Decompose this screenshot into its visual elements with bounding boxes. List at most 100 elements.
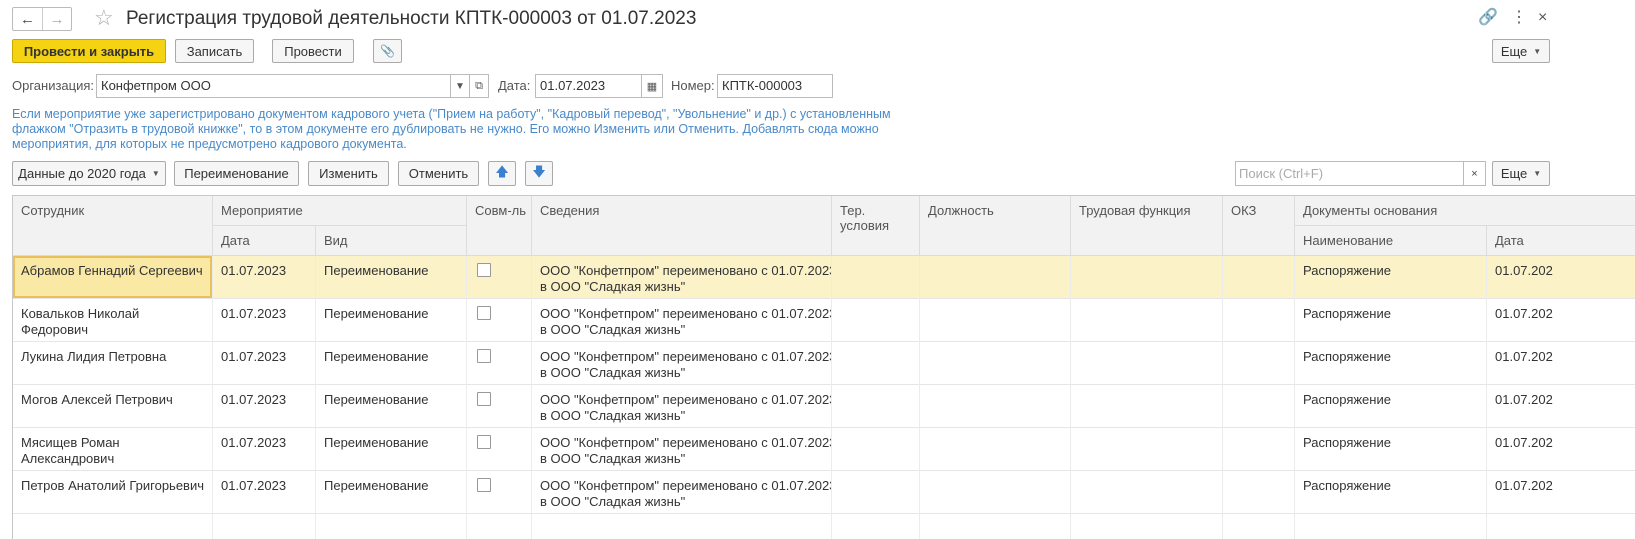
cell-info[interactable]: ООО "Конфетпром" переименовано с 01.07.2… xyxy=(532,428,832,471)
cell-doc-name[interactable]: Распоряжение xyxy=(1295,471,1487,514)
cell-kind[interactable]: Переименование xyxy=(316,428,467,471)
link-icon[interactable]: 🔗 xyxy=(1478,8,1498,28)
cell-employee[interactable]: Абрамов Геннадий Сергеевич xyxy=(13,256,213,299)
parttime-checkbox[interactable] xyxy=(477,349,491,363)
cell-employee[interactable]: Петров Анатолий Григорьевич xyxy=(13,471,213,514)
cell-info[interactable]: ООО "Конфетпром" переименовано с 01.07.2… xyxy=(532,342,832,385)
cell-date[interactable]: 01.07.2023 xyxy=(213,385,316,428)
cell-date[interactable]: 01.07.2023 xyxy=(213,428,316,471)
organization-field[interactable]: Конфетпром ООО xyxy=(96,74,451,98)
forward-button[interactable]: → xyxy=(42,8,71,30)
column-header-date[interactable]: Дата xyxy=(213,226,316,256)
cell-date[interactable]: 01.07.2023 xyxy=(213,342,316,385)
column-divider xyxy=(831,256,832,539)
post-button[interactable]: Провести xyxy=(272,39,354,63)
column-divider xyxy=(466,256,467,539)
cell-employee[interactable]: Лукина Лидия Петровна xyxy=(13,342,213,385)
info-line: в ООО "Сладкая жизнь" xyxy=(540,494,686,509)
search-input[interactable]: Поиск (Ctrl+F) xyxy=(1235,161,1486,186)
cell-kind[interactable]: Переименование xyxy=(316,342,467,385)
cell-doc-name[interactable]: Распоряжение xyxy=(1295,385,1487,428)
cell-kind[interactable]: Переименование xyxy=(316,299,467,342)
calendar-icon: ▦ xyxy=(646,80,658,93)
navigation-buttons: ← → xyxy=(12,7,72,31)
cell-employee[interactable]: Могов Алексей Петрович xyxy=(13,385,213,428)
cell-date[interactable]: 01.07.2023 xyxy=(213,299,316,342)
info-line: в ООО "Сладкая жизнь" xyxy=(540,408,686,423)
back-arrow-icon: ← xyxy=(20,10,35,28)
cell-employee[interactable]: Ковальков Николай Федорович xyxy=(13,299,213,342)
table-row[interactable]: Петров Анатолий Григорьевич 01.07.2023 Пер… xyxy=(13,471,1635,514)
parttime-checkbox[interactable] xyxy=(477,306,491,320)
cell-doc-name[interactable]: Распоряжение xyxy=(1295,256,1487,299)
move-down-button[interactable]: 🡇 xyxy=(525,161,553,186)
cell-doc-date[interactable]: 01.07.202 xyxy=(1487,299,1635,342)
column-header-doc-name[interactable]: Наименование xyxy=(1295,226,1487,256)
close-icon[interactable]: × xyxy=(1538,8,1547,28)
cell-kind[interactable]: Переименование xyxy=(316,256,467,299)
cell-info[interactable]: ООО "Конфетпром" переименовано с 01.07.2… xyxy=(532,256,832,299)
parttime-checkbox[interactable] xyxy=(477,263,491,277)
calendar-button[interactable]: ▦ xyxy=(641,74,663,98)
cell-doc-date[interactable]: 01.07.202 xyxy=(1487,385,1635,428)
cell-employee[interactable]: Мясищев Роман Александрович xyxy=(13,428,213,471)
column-header-labor-function[interactable]: Трудовая функция xyxy=(1071,196,1223,256)
organization-dropdown-button[interactable]: ▼ xyxy=(450,74,470,98)
column-header-doc-date[interactable]: Дата xyxy=(1487,226,1635,256)
more-vertical-icon[interactable]: ⋮ xyxy=(1511,8,1527,28)
info-line: ООО "Конфетпром" переименовано с 01.07.2… xyxy=(540,392,832,407)
save-button[interactable]: Записать xyxy=(175,39,254,63)
cell-doc-name[interactable]: Распоряжение xyxy=(1295,428,1487,471)
column-header-employee[interactable]: Сотрудник xyxy=(13,196,213,256)
cell-date[interactable]: 01.07.2023 xyxy=(213,471,316,514)
back-button[interactable]: ← xyxy=(13,8,42,30)
column-header-kind[interactable]: Вид xyxy=(316,226,467,256)
table-row[interactable]: Ковальков Николай Федорович 01.07.2023 Пер… xyxy=(13,299,1635,342)
info-line: в ООО "Сладкая жизнь" xyxy=(540,279,686,294)
favorite-star-icon[interactable]: ☆ xyxy=(94,5,114,31)
table-more-button[interactable]: Еще ▼ xyxy=(1492,161,1550,186)
table-row[interactable]: Лукина Лидия Петровна 01.07.2023 Переимено… xyxy=(13,342,1635,385)
move-up-button[interactable]: 🡅 xyxy=(488,161,516,186)
column-header-info[interactable]: Сведения xyxy=(532,196,832,256)
cell-info[interactable]: ООО "Конфетпром" переименовано с 01.07.2… xyxy=(532,471,832,514)
date-field[interactable]: 01.07.2023 xyxy=(535,74,642,98)
parttime-checkbox[interactable] xyxy=(477,392,491,406)
change-button[interactable]: Изменить xyxy=(308,161,389,186)
table-row[interactable]: Абрамов Геннадий Сергеевич 01.07.2023 Пере… xyxy=(13,256,1635,299)
data-before-2020-button[interactable]: Данные до 2020 года ▼ xyxy=(12,161,166,186)
cell-kind[interactable]: Переименование xyxy=(316,385,467,428)
table-row[interactable]: Мясищев Роман Александрович 01.07.2023 Пер… xyxy=(13,428,1635,471)
chevron-down-icon: ▼ xyxy=(151,169,160,178)
date-label: Дата: xyxy=(498,78,531,93)
parttime-checkbox[interactable] xyxy=(477,435,491,449)
organization-open-button[interactable]: ⧉ xyxy=(469,74,489,98)
cell-doc-date[interactable]: 01.07.202 xyxy=(1487,428,1635,471)
attach-button[interactable]: 📎 xyxy=(373,39,402,63)
table-row[interactable]: Могов Алексей Петрович 01.07.2023 Переимен… xyxy=(13,385,1635,428)
cancel-button[interactable]: Отменить xyxy=(398,161,479,186)
info-hint: Если мероприятие уже зарегистрировано до… xyxy=(12,107,902,152)
cell-doc-date[interactable]: 01.07.202 xyxy=(1487,256,1635,299)
chevron-down-icon: ▼ xyxy=(1533,46,1542,56)
cell-doc-name[interactable]: Распоряжение xyxy=(1295,342,1487,385)
post-and-close-button[interactable]: Провести и закрыть xyxy=(12,39,166,63)
column-divider xyxy=(919,256,920,539)
cell-doc-name[interactable]: Распоряжение xyxy=(1295,299,1487,342)
search-clear-button[interactable]: × xyxy=(1463,161,1486,186)
column-header-okz[interactable]: ОКЗ xyxy=(1223,196,1295,256)
cell-doc-date[interactable]: 01.07.202 xyxy=(1487,342,1635,385)
more-button[interactable]: Еще ▼ xyxy=(1492,39,1550,63)
column-header-position[interactable]: Должность xyxy=(920,196,1071,256)
cell-info[interactable]: ООО "Конфетпром" переименовано с 01.07.2… xyxy=(532,299,832,342)
chevron-down-icon: ▼ xyxy=(1533,169,1542,178)
rename-button[interactable]: Переименование xyxy=(174,161,299,186)
cell-info[interactable]: ООО "Конфетпром" переименовано с 01.07.2… xyxy=(532,385,832,428)
parttime-checkbox[interactable] xyxy=(477,478,491,492)
cell-kind[interactable]: Переименование xyxy=(316,471,467,514)
cell-doc-date[interactable]: 01.07.202 xyxy=(1487,471,1635,514)
column-header-ter-conditions[interactable]: Тер. условия xyxy=(832,196,920,256)
number-field[interactable]: КПТК-000003 xyxy=(717,74,833,98)
column-header-parttime[interactable]: Совм-ль xyxy=(467,196,532,256)
cell-date[interactable]: 01.07.2023 xyxy=(213,256,316,299)
